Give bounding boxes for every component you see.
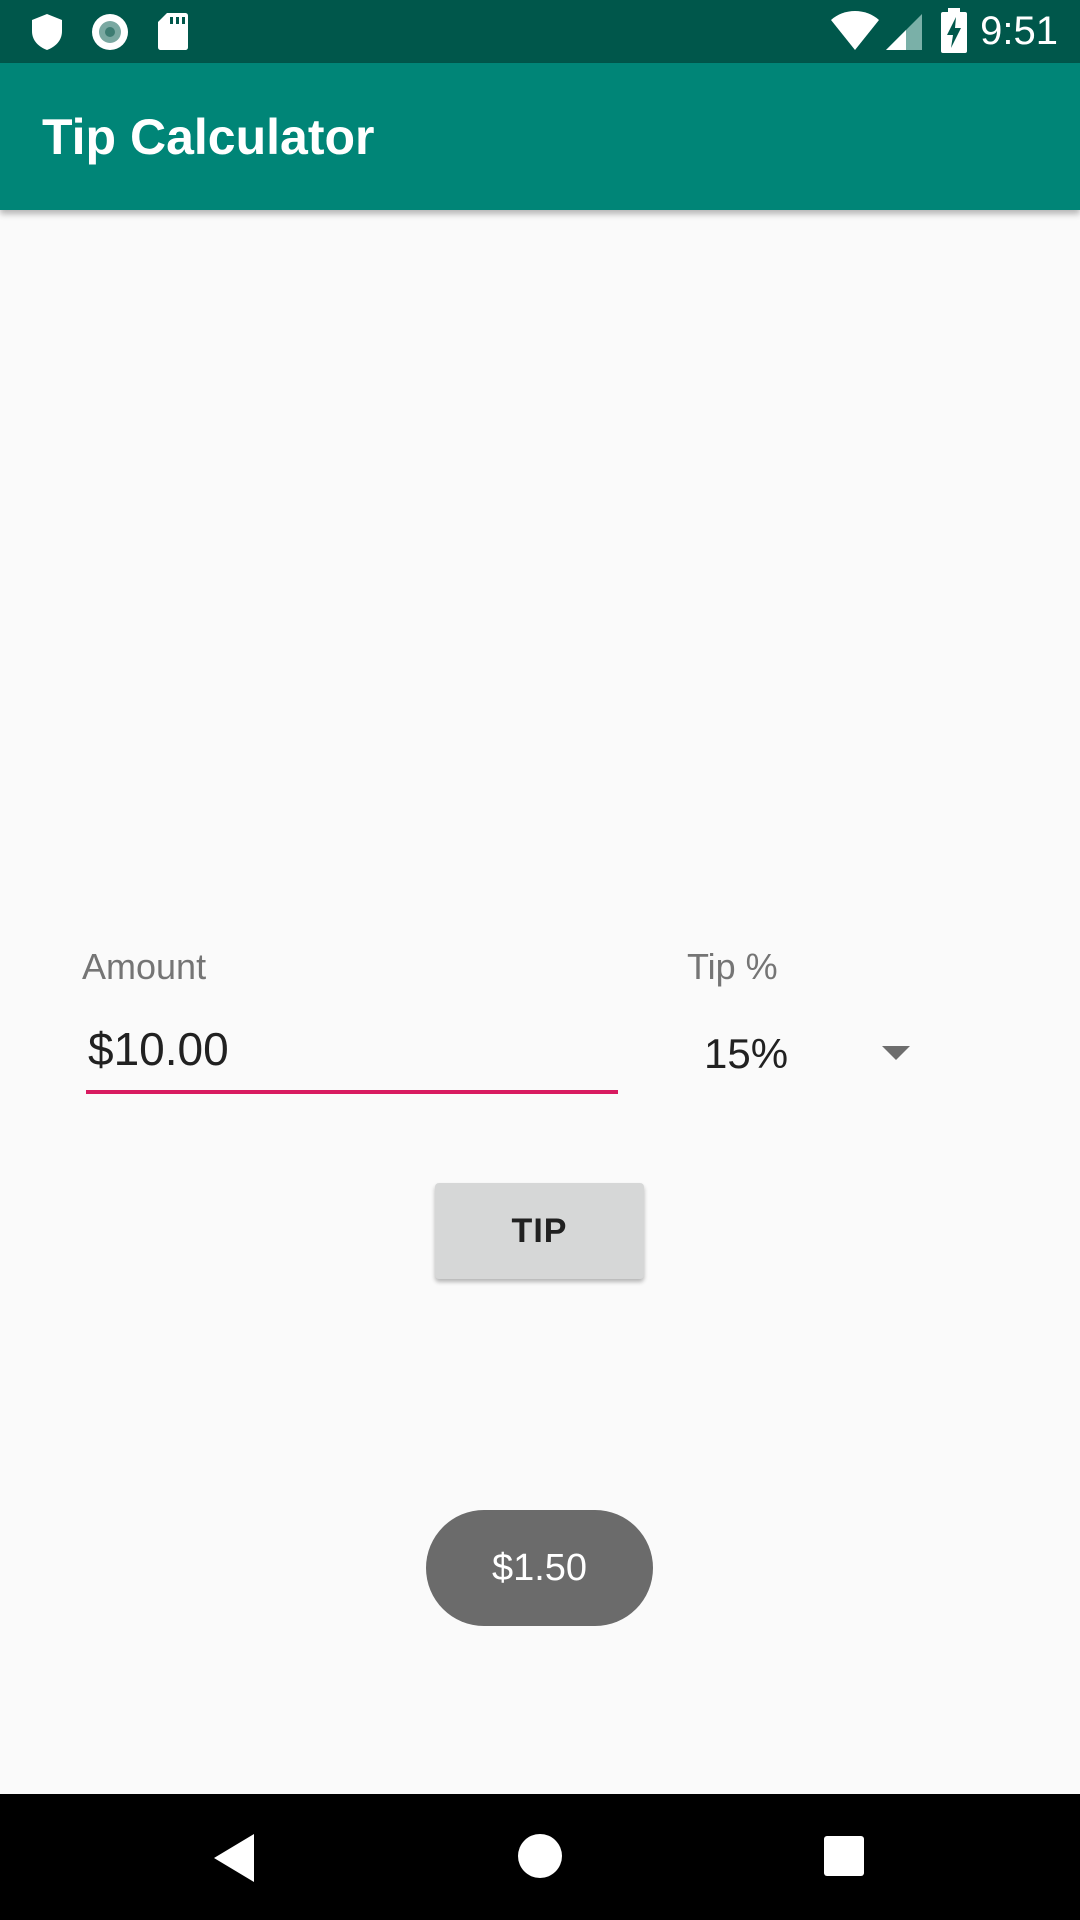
status-time: 9:51: [980, 9, 1058, 53]
dropdown-arrow-icon: [882, 1046, 910, 1060]
circle-record-icon: [92, 14, 128, 50]
app-title: Tip Calculator: [42, 109, 375, 165]
back-icon[interactable]: [214, 1834, 254, 1882]
amount-input[interactable]: $10.00: [86, 1020, 618, 1094]
tip-button[interactable]: TIP: [435, 1183, 644, 1279]
battery-charging-icon: [941, 8, 967, 53]
signal-icon: [886, 14, 922, 50]
recents-icon[interactable]: [824, 1836, 864, 1876]
tip-percent-dropdown[interactable]: 15%: [690, 1020, 930, 1090]
tip-percent-selected: 15%: [704, 1030, 789, 1077]
status-bar: 9:51: [0, 0, 1080, 63]
tip-percent-label: Tip %: [687, 946, 778, 987]
wifi-icon: [831, 11, 879, 50]
amount-label: Amount: [82, 946, 207, 987]
amount-input-value: $10.00: [88, 1023, 229, 1075]
shield-icon: [32, 14, 62, 50]
home-icon[interactable]: [518, 1834, 562, 1878]
navigation-bar: [0, 1794, 1080, 1920]
sd-card-icon: [158, 13, 188, 50]
app-bar: Tip Calculator: [0, 63, 1080, 210]
toast-message: $1.50: [426, 1510, 653, 1626]
